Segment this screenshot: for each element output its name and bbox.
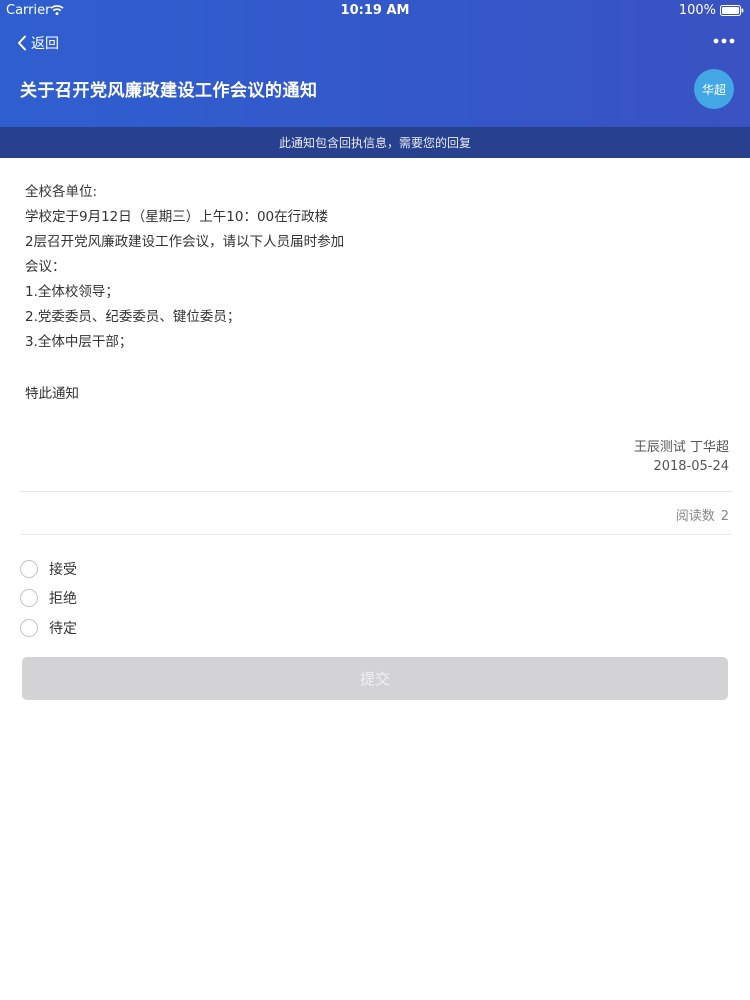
notice-line: 会议： xyxy=(25,259,66,275)
read-count-value: 2 xyxy=(720,509,729,524)
back-label: 返回 xyxy=(31,36,59,52)
battery-percent: 100% xyxy=(678,3,716,18)
divider xyxy=(20,491,732,492)
reply-option-label: 拒绝 xyxy=(49,591,77,607)
read-count-label: 阅读数 xyxy=(675,509,715,524)
battery-icon xyxy=(720,5,744,16)
radio-button[interactable] xyxy=(20,619,38,637)
reply-option-reject[interactable]: 拒绝 xyxy=(20,587,77,609)
chevron-left-icon xyxy=(18,35,26,51)
notice-closing: 特此通知 xyxy=(25,386,79,402)
nav-header: Carrier 10:19 AM 100% 返回 关于召开党风廉政建设工作会议的… xyxy=(0,0,750,127)
notice-line: 2.党委委员、纪委委员、键位委员； xyxy=(25,309,241,325)
notice-sender: 王辰测试 丁华超 xyxy=(633,440,729,455)
notice-line: 1.全体校领导； xyxy=(25,284,119,300)
radio-button[interactable] xyxy=(20,560,38,578)
notice-line: 全校各单位: xyxy=(25,184,98,200)
reply-option-label: 待定 xyxy=(49,621,77,637)
page-title: 关于召开党风廉政建设工作会议的通知 xyxy=(20,81,318,101)
more-options-icon[interactable] xyxy=(712,32,736,50)
reply-option-accept[interactable]: 接受 xyxy=(20,558,77,580)
notice-line: 2层召开党风廉政建设工作会议，请以下人员届时参加 xyxy=(25,234,345,250)
status-bar: Carrier 10:19 AM 100% xyxy=(0,0,750,22)
reply-option-label: 接受 xyxy=(49,562,77,578)
reply-required-banner: 此通知包含回执信息，需要您的回复 xyxy=(0,127,750,158)
status-time: 10:19 AM xyxy=(340,3,410,18)
notice-date: 2018-05-24 xyxy=(653,459,729,474)
notice-body: 全校各单位: 学校定于9月12日（星期三）上午10：00在行政楼 2层召开党风廉… xyxy=(25,180,725,355)
avatar[interactable]: 华超 xyxy=(694,69,734,109)
radio-button[interactable] xyxy=(20,589,38,607)
read-count: 阅读数 2 xyxy=(670,505,729,524)
divider xyxy=(20,534,732,535)
notice-line: 3.全体中层干部； xyxy=(25,334,133,350)
reply-option-pending[interactable]: 待定 xyxy=(20,617,77,639)
submit-button[interactable]: 提交 xyxy=(22,657,728,700)
back-button[interactable]: 返回 xyxy=(16,31,59,55)
notice-line: 学校定于9月12日（星期三）上午10：00在行政楼 xyxy=(25,209,329,225)
